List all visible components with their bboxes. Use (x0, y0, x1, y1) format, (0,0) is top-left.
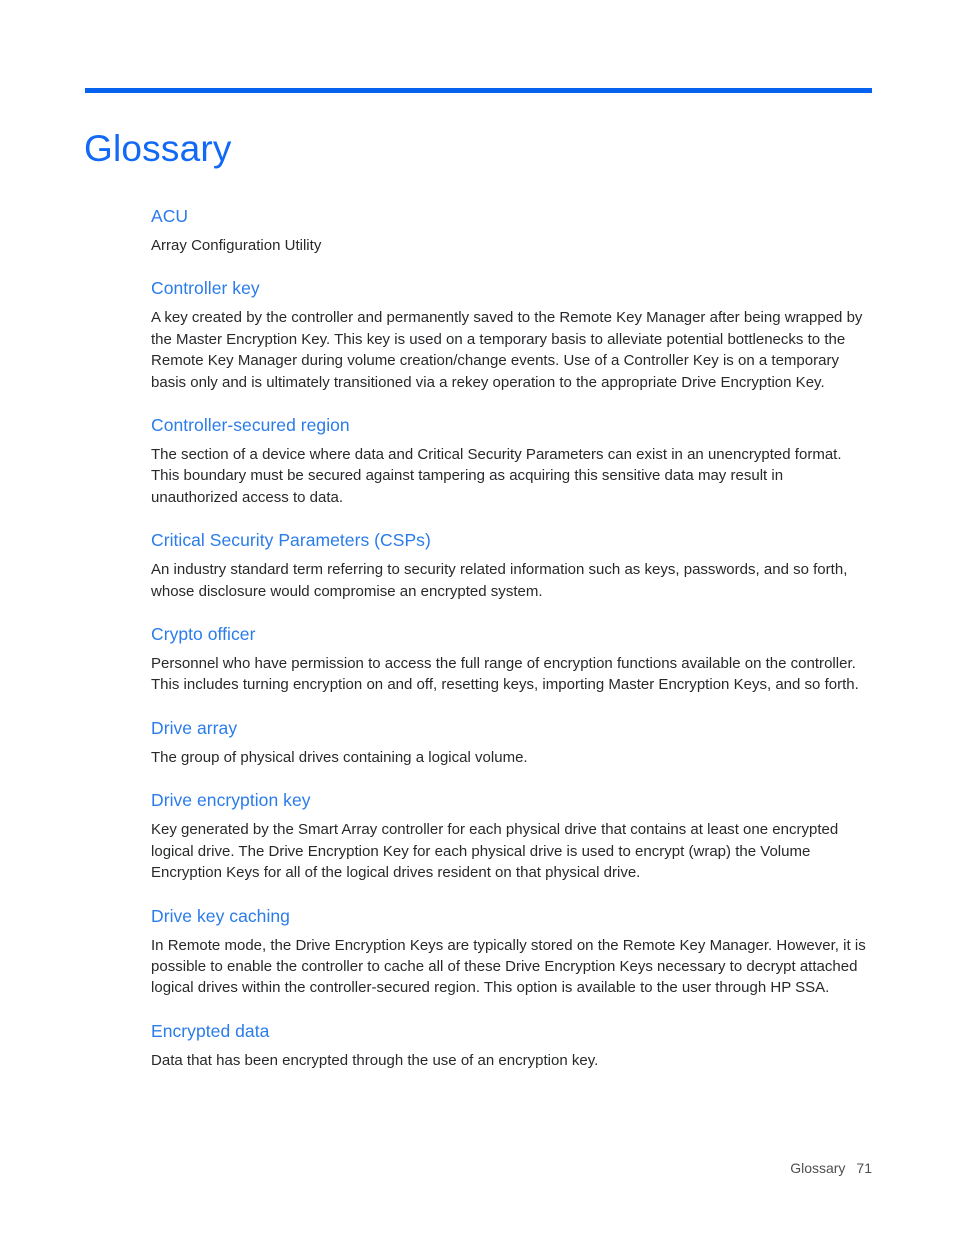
glossary-entry: Critical Security Parameters (CSPs) An i… (151, 529, 872, 602)
glossary-term: Encrypted data (151, 1020, 270, 1041)
glossary-entry: Drive encryption key Key generated by th… (151, 789, 872, 883)
title-accent-rule (85, 88, 872, 93)
footer-page-number: 71 (856, 1160, 872, 1176)
glossary-definition: Key generated by the Smart Array control… (151, 821, 839, 882)
glossary-definition: An industry standard term referring to s… (151, 561, 848, 600)
glossary-definition: The group of physical drives containing … (151, 748, 528, 766)
glossary-definition: Personnel who have permission to access … (151, 655, 859, 694)
glossary-entry: Drive array The group of physical drives… (151, 717, 872, 768)
page-title: Glossary (84, 127, 232, 169)
glossary-term: Controller key (151, 278, 260, 299)
footer-section-label: Glossary (790, 1160, 846, 1176)
glossary-definition: A key created by the controller and perm… (151, 309, 863, 391)
glossary-term: ACU (151, 206, 189, 226)
glossary-entry: Controller-secured region The section of… (151, 414, 872, 508)
page-footer: Glossary 71 (151, 1158, 872, 1178)
glossary-term: Drive encryption key (151, 790, 311, 811)
glossary-term: Critical Security Parameters (CSPs) (151, 530, 431, 551)
glossary-entry: Controller key A key created by the cont… (151, 277, 872, 393)
glossary-term: Drive array (151, 717, 238, 738)
glossary-term: Drive key caching (151, 905, 290, 926)
glossary-entry: ACU Array Configuration Utility (151, 205, 872, 256)
glossary-definition: In Remote mode, the Drive Encryption Key… (151, 936, 866, 997)
glossary-entry: Encrypted data Data that has been encryp… (151, 1020, 872, 1071)
glossary-entry: Crypto officer Personnel who have permis… (151, 623, 872, 696)
glossary-entry: Drive key caching In Remote mode, the Dr… (151, 905, 872, 999)
glossary-definition: Array Configuration Utility (151, 237, 322, 254)
glossary-definition: The section of a device where data and C… (151, 446, 842, 506)
glossary-term: Controller-secured region (151, 415, 350, 436)
glossary-entry-list: ACU Array Configuration Utility Controll… (151, 205, 872, 1071)
document-page: Glossary ACU Array Configuration Utility… (0, 0, 954, 1235)
glossary-term: Crypto officer (151, 624, 256, 645)
glossary-definition: Data that has been encrypted through the… (151, 1051, 599, 1069)
